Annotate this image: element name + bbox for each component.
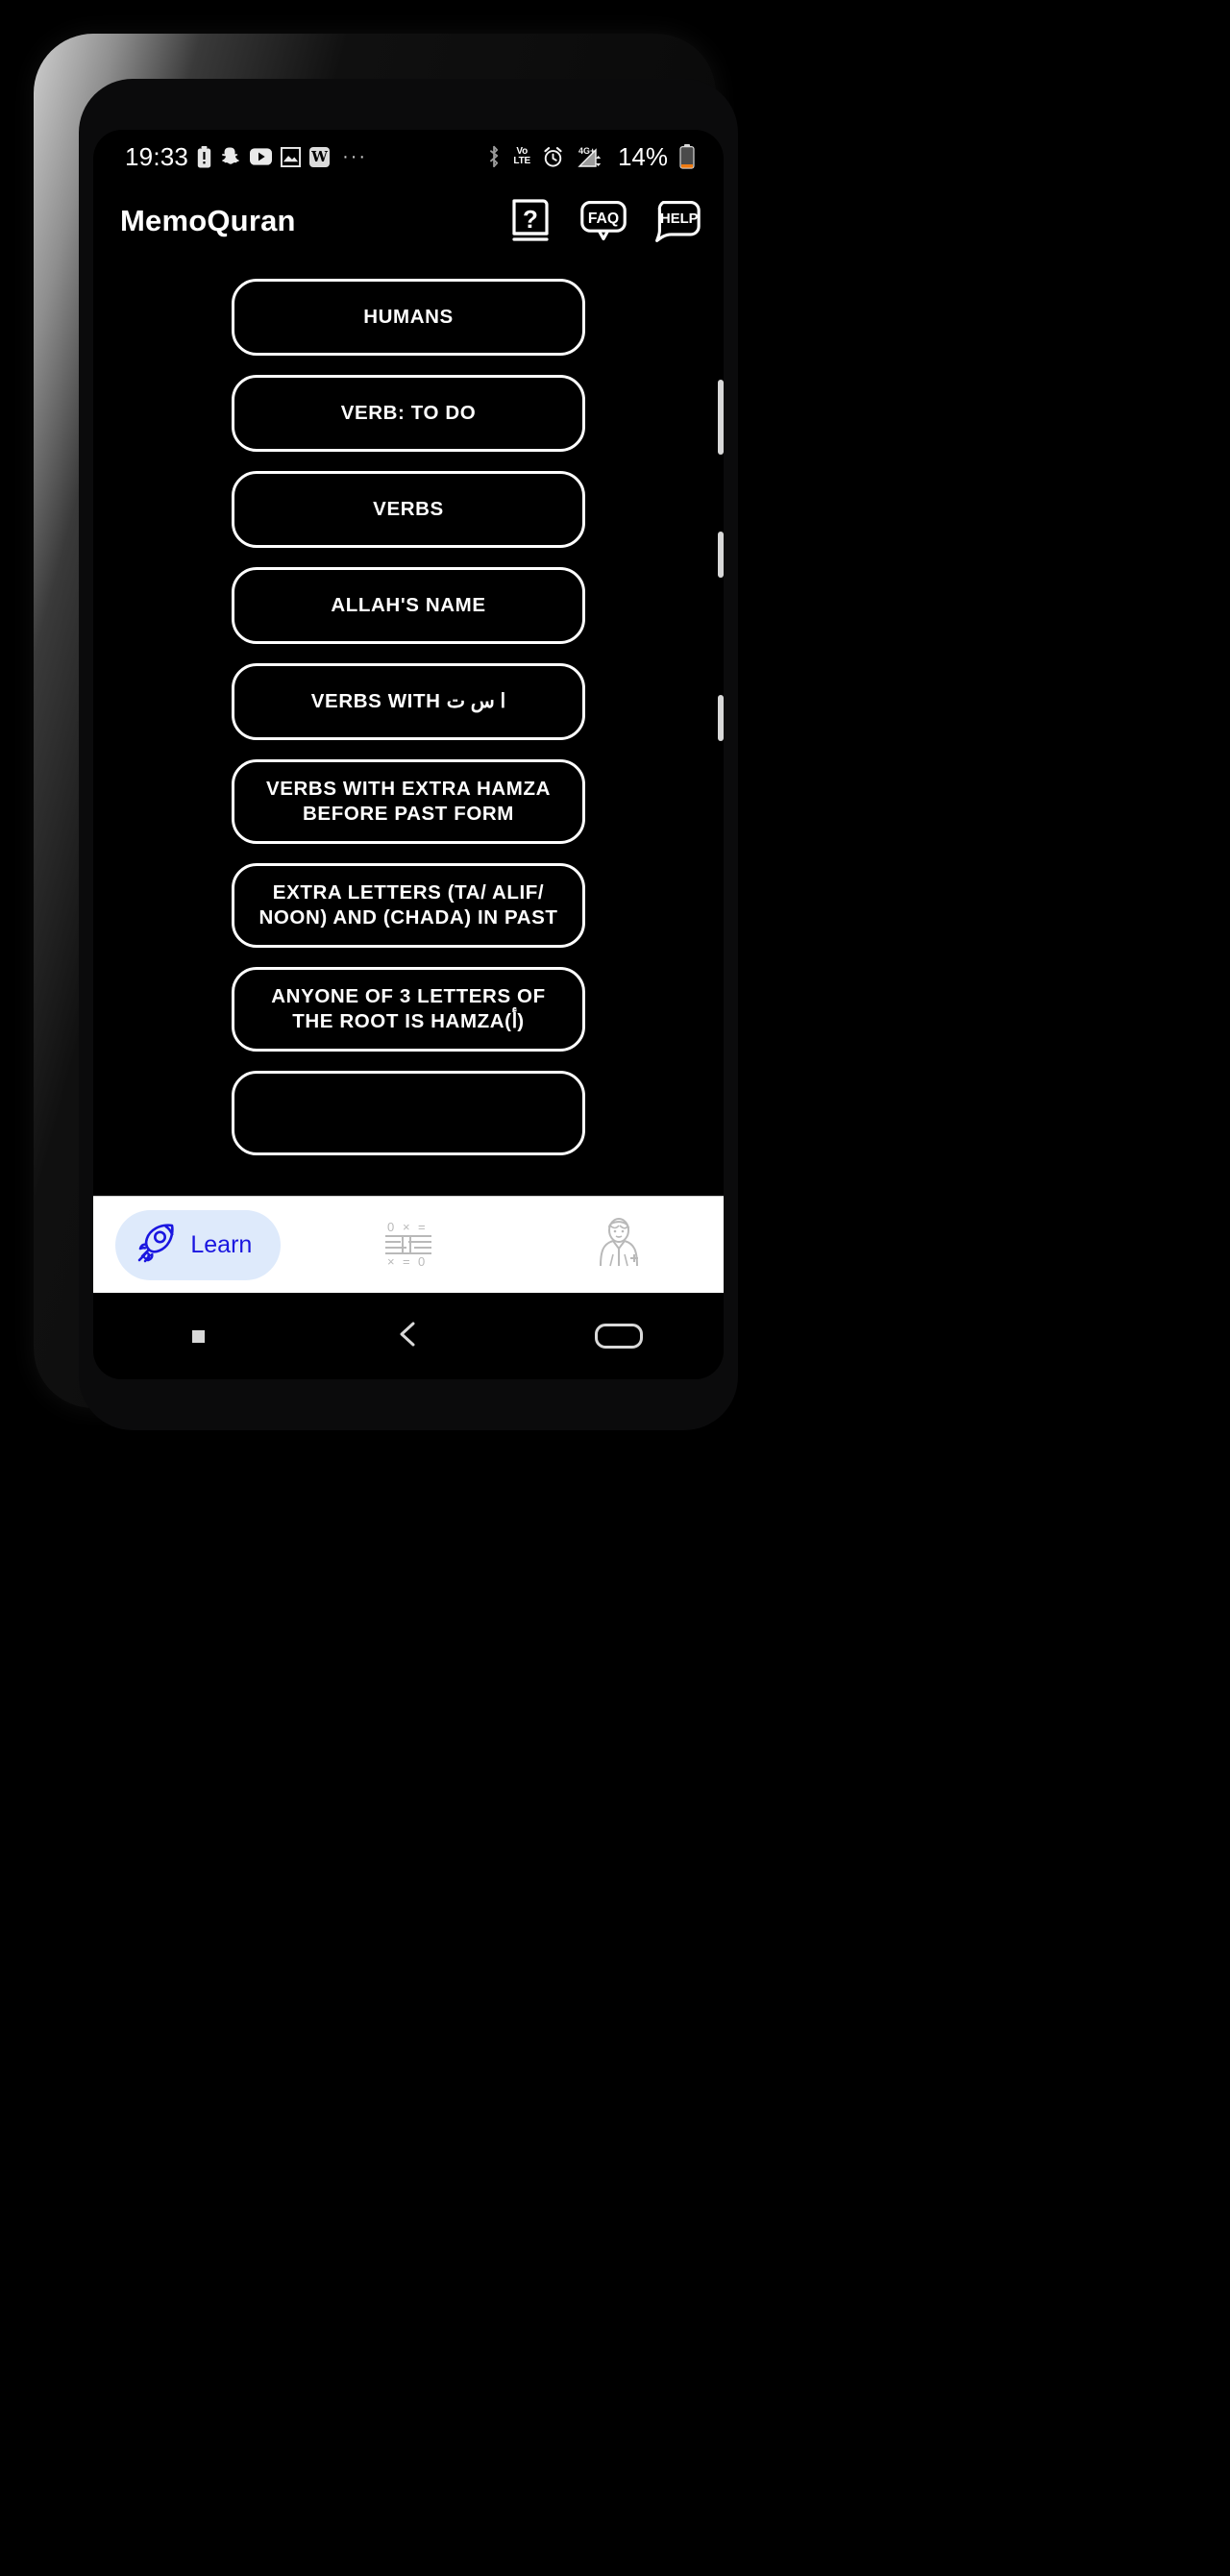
battery-alert-icon [197,145,211,168]
help-button[interactable]: HELP [652,196,701,246]
alarm-icon [542,146,564,168]
svg-text:×: × [387,1254,395,1269]
recent-apps-icon [191,1329,205,1343]
volte-icon: Vo LTE [513,147,530,166]
list-item[interactable]: ALLAH'S NAME [232,567,585,644]
list-item[interactable]: VERBS WITH EXTRA HAMZA BEFORE PAST FORM [232,759,585,844]
bottom-navigation: Learn 0 × = × = 0 [93,1196,724,1293]
home-button[interactable] [513,1324,724,1349]
status-bar: 19:33 W ··· Vo LTE 4G+ 14% [93,130,724,184]
rocket-icon [131,1218,181,1273]
list-item[interactable]: HUMANS [232,279,585,356]
svg-text:?: ? [523,205,538,234]
phone-frame: 19:33 W ··· Vo LTE 4G+ 14% MemoQuran ? F… [34,34,738,1430]
manual-button[interactable]: ? [506,196,554,246]
w-app-icon: W [309,146,331,167]
back-icon [394,1320,423,1353]
signal-4g-plus-icon: 4G+ [576,145,606,169]
list-item[interactable]: VERBS [232,471,585,548]
back-button[interactable] [304,1320,514,1353]
svg-text:0: 0 [418,1254,425,1269]
android-navigation-bar [93,1293,724,1379]
teacher-icon [592,1216,646,1275]
gallery-icon [281,146,302,167]
svg-text:FAQ: FAQ [588,211,619,227]
phone-screen: 19:33 W ··· Vo LTE 4G+ 14% MemoQuran ? F… [93,130,724,1379]
snapchat-icon [220,146,241,167]
home-icon [594,1324,643,1349]
list-item[interactable]: EXTRA LETTERS (TA/ ALIF/ NOON) AND (CHAD… [232,863,585,948]
nav-learn-pill[interactable]: Learn [115,1209,282,1280]
svg-text:=: = [418,1220,426,1234]
math-grid-icon: 0 × = × = 0 [381,1216,435,1275]
nav-teacher[interactable] [513,1197,724,1293]
svg-text:×: × [403,1220,410,1234]
recent-apps-button[interactable] [93,1329,304,1343]
nav-learn[interactable]: Learn [93,1197,304,1293]
status-overflow-icon: ··· [342,146,368,167]
app-bar: MemoQuran ? FAQ HELP [93,184,724,259]
faq-button[interactable]: FAQ [579,196,627,246]
scrollbar-thumb-bottom[interactable] [718,695,724,741]
bluetooth-icon [486,145,502,168]
nav-learn-label: Learn [190,1230,253,1258]
scrollbar-thumb-top[interactable] [718,380,724,455]
list-item[interactable] [232,1071,585,1155]
battery-percent-label: 14% [617,141,668,171]
category-list[interactable]: HUMANS VERB: TO DO VERBS ALLAH'S NAME VE… [93,259,724,1306]
app-bar-actions: ? FAQ HELP [506,196,724,246]
status-bar-left: 19:33 W ··· [93,142,367,172]
svg-text:=: = [403,1254,410,1269]
volte-line-2: LTE [513,156,530,166]
scrollbar-thumb-middle[interactable] [718,532,724,578]
status-bar-right: Vo LTE 4G+ 14% [486,142,724,172]
status-time: 19:33 [125,141,189,171]
list-item[interactable]: VERB: TO DO [232,375,585,452]
svg-text:HELP: HELP [660,211,699,227]
battery-icon [679,144,695,169]
page-title: MemoQuran [120,204,296,237]
screenshot-root: 19:33 W ··· Vo LTE 4G+ 14% MemoQuran ? F… [0,0,1230,2576]
svg-text:0: 0 [387,1220,394,1234]
list-item[interactable]: VERBS WITH ا س ت [232,663,585,740]
nav-practice[interactable]: 0 × = × = 0 [304,1197,514,1293]
list-item[interactable]: ANYONE OF 3 LETTERS OF THE ROOT IS HAMZA… [232,967,585,1052]
youtube-icon [250,148,273,165]
